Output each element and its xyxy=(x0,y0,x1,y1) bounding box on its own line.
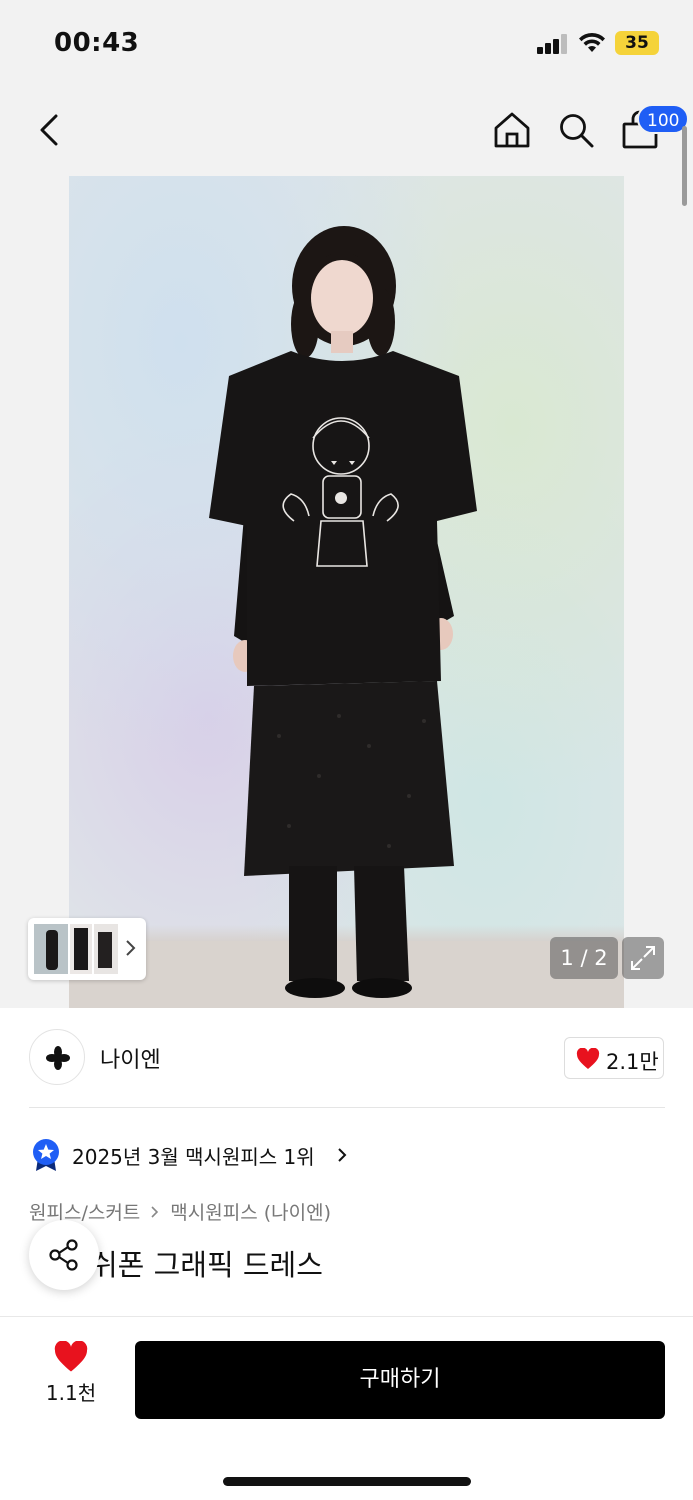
status-bar: 00:43 35 xyxy=(0,0,693,90)
thumbnail-image[interactable] xyxy=(94,924,118,974)
chevron-right-icon xyxy=(126,940,136,956)
status-time: 00:43 xyxy=(54,28,140,58)
thumbnail-image[interactable] xyxy=(70,924,92,974)
expand-image-button[interactable] xyxy=(622,937,664,979)
heart-icon xyxy=(54,1341,88,1372)
brand-name[interactable]: 나이엔 xyxy=(100,1042,161,1074)
home-indicator[interactable] xyxy=(223,1477,471,1486)
wishlist-count: 1.1천 xyxy=(45,1381,97,1405)
cellular-signal-icon xyxy=(537,34,569,54)
top-nav-bar: 100 xyxy=(0,90,693,170)
breadcrumb-category[interactable]: 원피스/스커트 xyxy=(29,1202,140,1224)
heart-icon xyxy=(576,1048,600,1069)
brand-logo-icon xyxy=(46,1046,70,1070)
expand-icon xyxy=(631,946,655,970)
wifi-icon xyxy=(579,32,605,52)
buy-button[interactable]: 구매하기 xyxy=(135,1341,665,1419)
battery-indicator: 35 xyxy=(615,31,659,55)
chevron-right-icon xyxy=(151,1206,159,1218)
back-icon[interactable] xyxy=(34,112,66,148)
ranking-text: 2025년 3월 맥시원피스 1위 xyxy=(72,1145,315,1169)
breadcrumb-subcategory[interactable]: 맥시원피스 (나이엔) xyxy=(170,1202,331,1224)
page-scrollbar[interactable] xyxy=(682,126,687,206)
chevron-right-icon xyxy=(338,1148,347,1162)
brand-like-button[interactable]: 2.1만 xyxy=(564,1037,664,1079)
image-page-counter: 1 / 2 xyxy=(550,937,618,979)
product-main-image[interactable] xyxy=(69,176,624,1008)
search-icon[interactable] xyxy=(556,110,596,150)
divider xyxy=(29,1107,665,1108)
thumbnail-image[interactable] xyxy=(34,924,68,974)
rank-badge-icon xyxy=(33,1139,59,1171)
share-button[interactable] xyxy=(29,1220,99,1290)
share-icon xyxy=(49,1239,78,1271)
wishlist-button[interactable]: 1.1천 xyxy=(42,1341,100,1411)
model-photo xyxy=(69,226,624,1008)
brand-logo[interactable] xyxy=(29,1029,85,1085)
brand-like-count: 2.1만 xyxy=(606,1050,659,1074)
home-icon[interactable] xyxy=(492,110,532,150)
thumbnail-strip[interactable] xyxy=(28,918,146,980)
bottom-action-bar: 1.1천 구매하기 xyxy=(0,1316,693,1500)
